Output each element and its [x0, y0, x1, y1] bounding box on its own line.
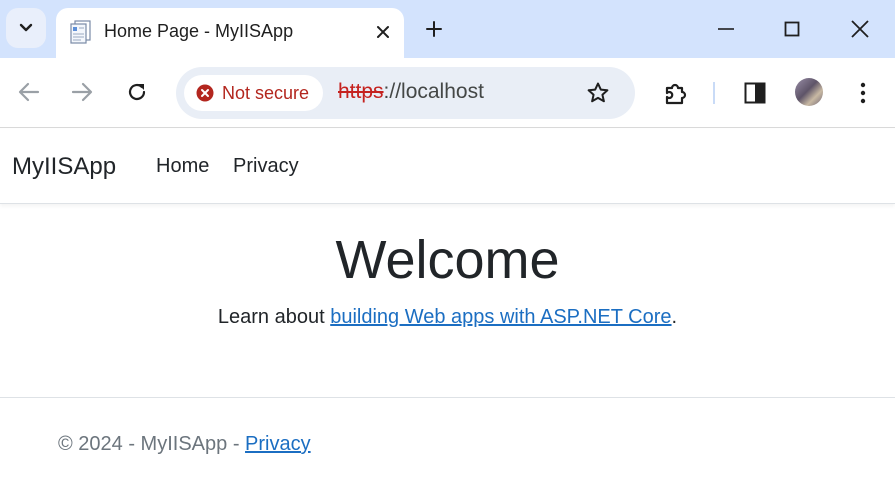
- close-tab-button[interactable]: [368, 17, 398, 47]
- web-page: MyIISApp Home Privacy Welcome Learn abou…: [0, 129, 895, 483]
- side-panel-icon: [744, 82, 766, 104]
- new-tab-button[interactable]: [418, 13, 450, 45]
- page-heading: Welcome: [335, 230, 560, 290]
- footer-privacy-link[interactable]: Privacy: [245, 433, 311, 455]
- site-brand[interactable]: MyIISApp: [12, 153, 116, 181]
- reload-icon: [128, 83, 146, 101]
- close-icon: [851, 20, 869, 38]
- maximize-icon: [784, 21, 800, 37]
- back-button[interactable]: [11, 74, 47, 110]
- side-panel-button[interactable]: [737, 75, 773, 111]
- reload-button[interactable]: [119, 74, 155, 110]
- close-icon: [377, 26, 389, 38]
- security-chip[interactable]: Not secure: [184, 75, 324, 111]
- forward-button[interactable]: [64, 74, 100, 110]
- toolbar-divider: [713, 82, 715, 104]
- active-tab[interactable]: Home Page - MyIISApp: [56, 8, 404, 58]
- url-scheme: https: [338, 80, 384, 103]
- maximize-button[interactable]: [772, 10, 812, 48]
- arrow-right-icon: [71, 82, 93, 102]
- site-navbar: MyIISApp Home Privacy: [0, 129, 895, 204]
- tab-search-button[interactable]: [6, 8, 46, 48]
- minimize-icon: [718, 28, 734, 30]
- extensions-button[interactable]: [658, 75, 694, 111]
- nav-link-home[interactable]: Home: [156, 155, 209, 178]
- error-icon: [196, 84, 214, 102]
- tab-title: Home Page - MyIISApp: [104, 21, 294, 41]
- site-footer: © 2024 - MyIISApp - Privacy: [58, 433, 311, 456]
- learn-paragraph: Learn about building Web apps with ASP.N…: [0, 306, 895, 329]
- address-bar[interactable]: Not secure https://localhost: [176, 67, 635, 119]
- tab-strip: Home Page - MyIISApp: [0, 0, 895, 58]
- puzzle-icon: [665, 83, 687, 105]
- nav-link-privacy[interactable]: Privacy: [233, 155, 299, 178]
- arrow-left-icon: [18, 82, 40, 102]
- star-icon: [587, 82, 609, 103]
- minimize-button[interactable]: [706, 10, 746, 48]
- footer-divider: [0, 397, 895, 398]
- menu-button[interactable]: [845, 75, 881, 111]
- chevron-down-icon: [19, 23, 33, 32]
- url-text[interactable]: https://localhost: [338, 80, 484, 104]
- learn-prefix: Learn about: [217, 306, 331, 328]
- learn-suffix: .: [671, 306, 678, 328]
- more-vertical-icon: [860, 82, 866, 104]
- aspnet-docs-link[interactable]: building Web apps with ASP.NET Core: [330, 306, 671, 328]
- footer-copyright: © 2024 - MyIISApp -: [58, 433, 246, 455]
- browser-toolbar: Not secure https://localhost: [0, 58, 895, 128]
- security-label: Not secure: [222, 82, 310, 103]
- url-host: ://localhost: [383, 80, 484, 103]
- profile-avatar[interactable]: [795, 78, 823, 106]
- page-favicon-icon: [70, 20, 91, 44]
- bookmark-button[interactable]: [582, 77, 614, 109]
- close-window-button[interactable]: [840, 10, 880, 48]
- plus-icon: [426, 21, 442, 37]
